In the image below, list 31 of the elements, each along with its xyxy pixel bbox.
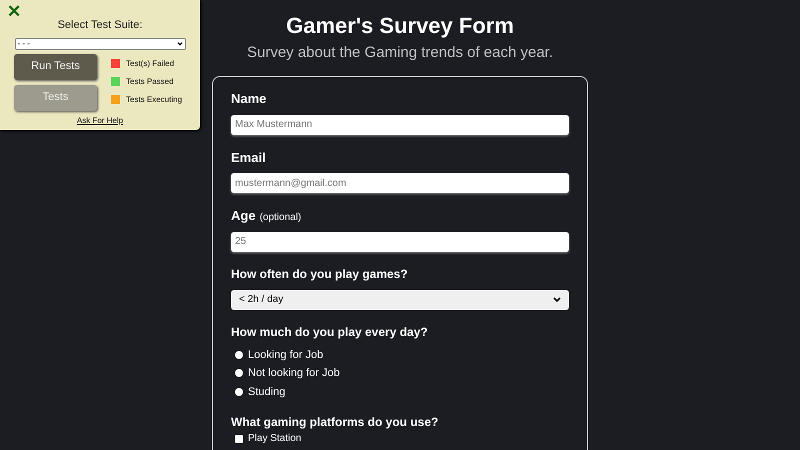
suite-select[interactable]: - - - [14, 38, 186, 50]
close-button[interactable]: ✕ [7, 3, 21, 20]
radio-button[interactable] [235, 388, 243, 396]
chevron-icon [176, 42, 182, 46]
field-label: How often do you play games? [231, 266, 409, 282]
radio-button[interactable] [235, 369, 243, 378]
radio-button[interactable] [235, 350, 243, 359]
frequency-select[interactable]: < 2h / day [231, 290, 569, 310]
help-link[interactable]: Ask For Help [76, 114, 124, 126]
field-note: (optional) [260, 211, 302, 225]
chevron-icon [553, 296, 561, 302]
name-field[interactable]: Max Mustermann [231, 114, 569, 134]
field-label: What gaming platforms do you use? [231, 414, 440, 431]
panel-title: Select Test Suite: [58, 18, 142, 33]
field-label: How much do you play every day? [231, 324, 429, 340]
checkbox-label: Play Station [248, 433, 302, 444]
run-tests-button[interactable]: Run Tests [14, 54, 97, 80]
radio-label: Not looking for Job [248, 366, 340, 381]
page-subtitle: Survey about the Gaming trends of each year. [246, 42, 553, 62]
field-label: Name [231, 90, 266, 108]
age-field[interactable]: 25 [231, 232, 569, 252]
radio-label: Studing [248, 384, 286, 400]
legend-label: Tests Executing [126, 94, 182, 106]
legend-label: Test(s) Failed [126, 58, 174, 70]
checkbox[interactable] [235, 434, 243, 442]
email-field[interactable]: mustermann@gmail.com [231, 173, 569, 193]
legend-label: Tests Passed [126, 76, 174, 88]
radio-label: Looking for Job [248, 348, 324, 362]
page-title: Gamer's Survey Form [286, 12, 514, 40]
field-label: Age [231, 207, 256, 225]
field-label: Email [231, 148, 266, 166]
